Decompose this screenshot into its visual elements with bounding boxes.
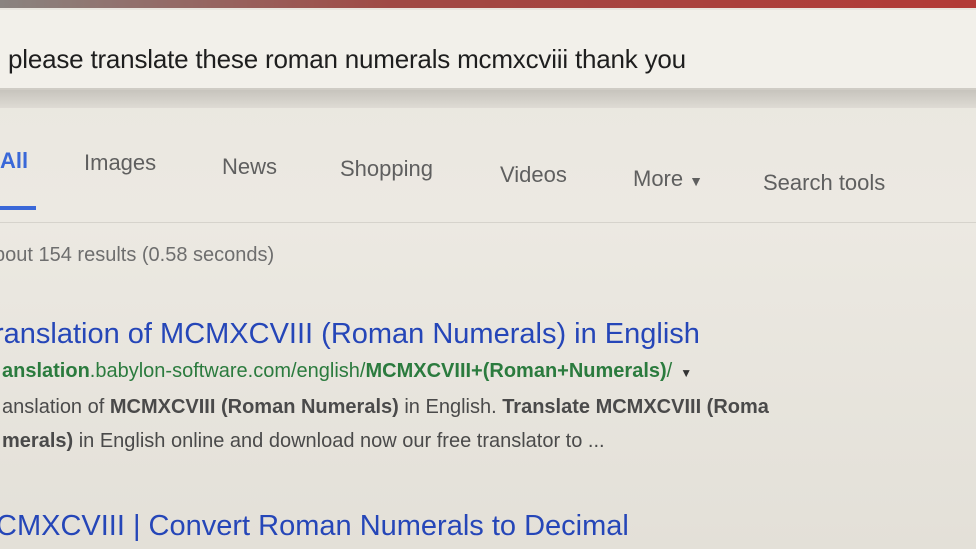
result-title-link[interactable]: ranslation of MCMXCVIII (Roman Numerals)… xyxy=(0,318,700,351)
search-input[interactable]: please translate these roman numerals mc… xyxy=(8,44,686,75)
tabs-divider xyxy=(0,222,976,223)
url-options-caret-icon[interactable]: ▼ xyxy=(680,366,692,380)
url-suffix: / xyxy=(666,360,673,382)
search-underbar xyxy=(0,90,976,108)
result-title-link[interactable]: CMXCVIII | Convert Roman Numerals to Dec… xyxy=(0,510,629,543)
tab-videos[interactable]: Videos xyxy=(500,162,567,188)
result-snippet-line1: anslation of MCMXCVIII (Roman Numerals) … xyxy=(2,396,769,419)
search-box[interactable]: please translate these roman numerals mc… xyxy=(0,10,976,90)
url-bold: MCMXCVIII+(Roman+Numerals) xyxy=(365,360,667,382)
tab-more[interactable]: More ▼ xyxy=(633,166,703,192)
tab-news[interactable]: News xyxy=(222,154,277,180)
tab-images[interactable]: Images xyxy=(84,150,156,176)
result-url[interactable]: anslation.babylon-software.com/english/M… xyxy=(2,360,692,383)
tab-all[interactable]: All xyxy=(0,148,28,174)
result-stats: bout 154 results (0.58 seconds) xyxy=(0,244,275,266)
snippet-text-c: in English online and download now our f… xyxy=(73,430,605,452)
url-prefix: anslation xyxy=(2,360,90,382)
snippet-bold-a: MCMXCVIII (Roman Numerals) xyxy=(109,396,399,418)
snippet-bold-b: Translate MCMXCVIII (Roma xyxy=(502,396,769,418)
search-tabs: All Images News Shopping Videos More ▼ Se… xyxy=(0,142,976,202)
result-snippet-line2: merals) in English online and download n… xyxy=(2,430,605,453)
chevron-down-icon: ▼ xyxy=(689,173,703,189)
browser-top-bar xyxy=(0,0,976,8)
tab-search-tools[interactable]: Search tools xyxy=(763,170,885,196)
url-domain: .babylon-software.com/english/ xyxy=(89,360,366,382)
tab-shopping[interactable]: Shopping xyxy=(340,156,433,182)
snippet-bold-c: merals) xyxy=(2,430,74,452)
tab-more-label: More xyxy=(633,166,684,191)
snippet-text-a: anslation of xyxy=(2,396,110,418)
snippet-text-b: in English. xyxy=(398,396,503,418)
active-tab-indicator xyxy=(0,206,36,210)
